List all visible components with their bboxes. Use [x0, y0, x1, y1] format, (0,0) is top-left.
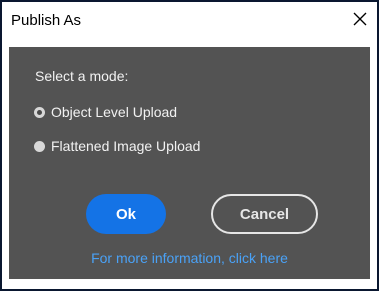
radio-button-checked[interactable]	[34, 106, 45, 118]
dialog-content-panel: Select a mode: Object Level Upload Flatt…	[9, 47, 370, 279]
ok-button[interactable]: Ok	[86, 194, 166, 234]
radio-object-level-upload[interactable]: Object Level Upload	[34, 104, 177, 120]
more-info-link[interactable]: For more information, click here	[9, 250, 370, 266]
title-bar: Publish As	[2, 2, 377, 39]
dialog-title: Publish As	[11, 12, 82, 29]
radio-button[interactable]	[34, 140, 45, 152]
radio-label: Flattened Image Upload	[51, 138, 201, 154]
radio-flattened-image-upload[interactable]: Flattened Image Upload	[34, 138, 200, 154]
radio-label: Object Level Upload	[51, 104, 178, 120]
publish-as-dialog: Publish As Select a mode: Object Level U…	[0, 0, 379, 291]
close-icon	[353, 12, 367, 26]
close-button[interactable]	[349, 7, 371, 31]
cancel-button[interactable]: Cancel	[211, 194, 318, 234]
mode-label: Select a mode:	[35, 68, 129, 84]
